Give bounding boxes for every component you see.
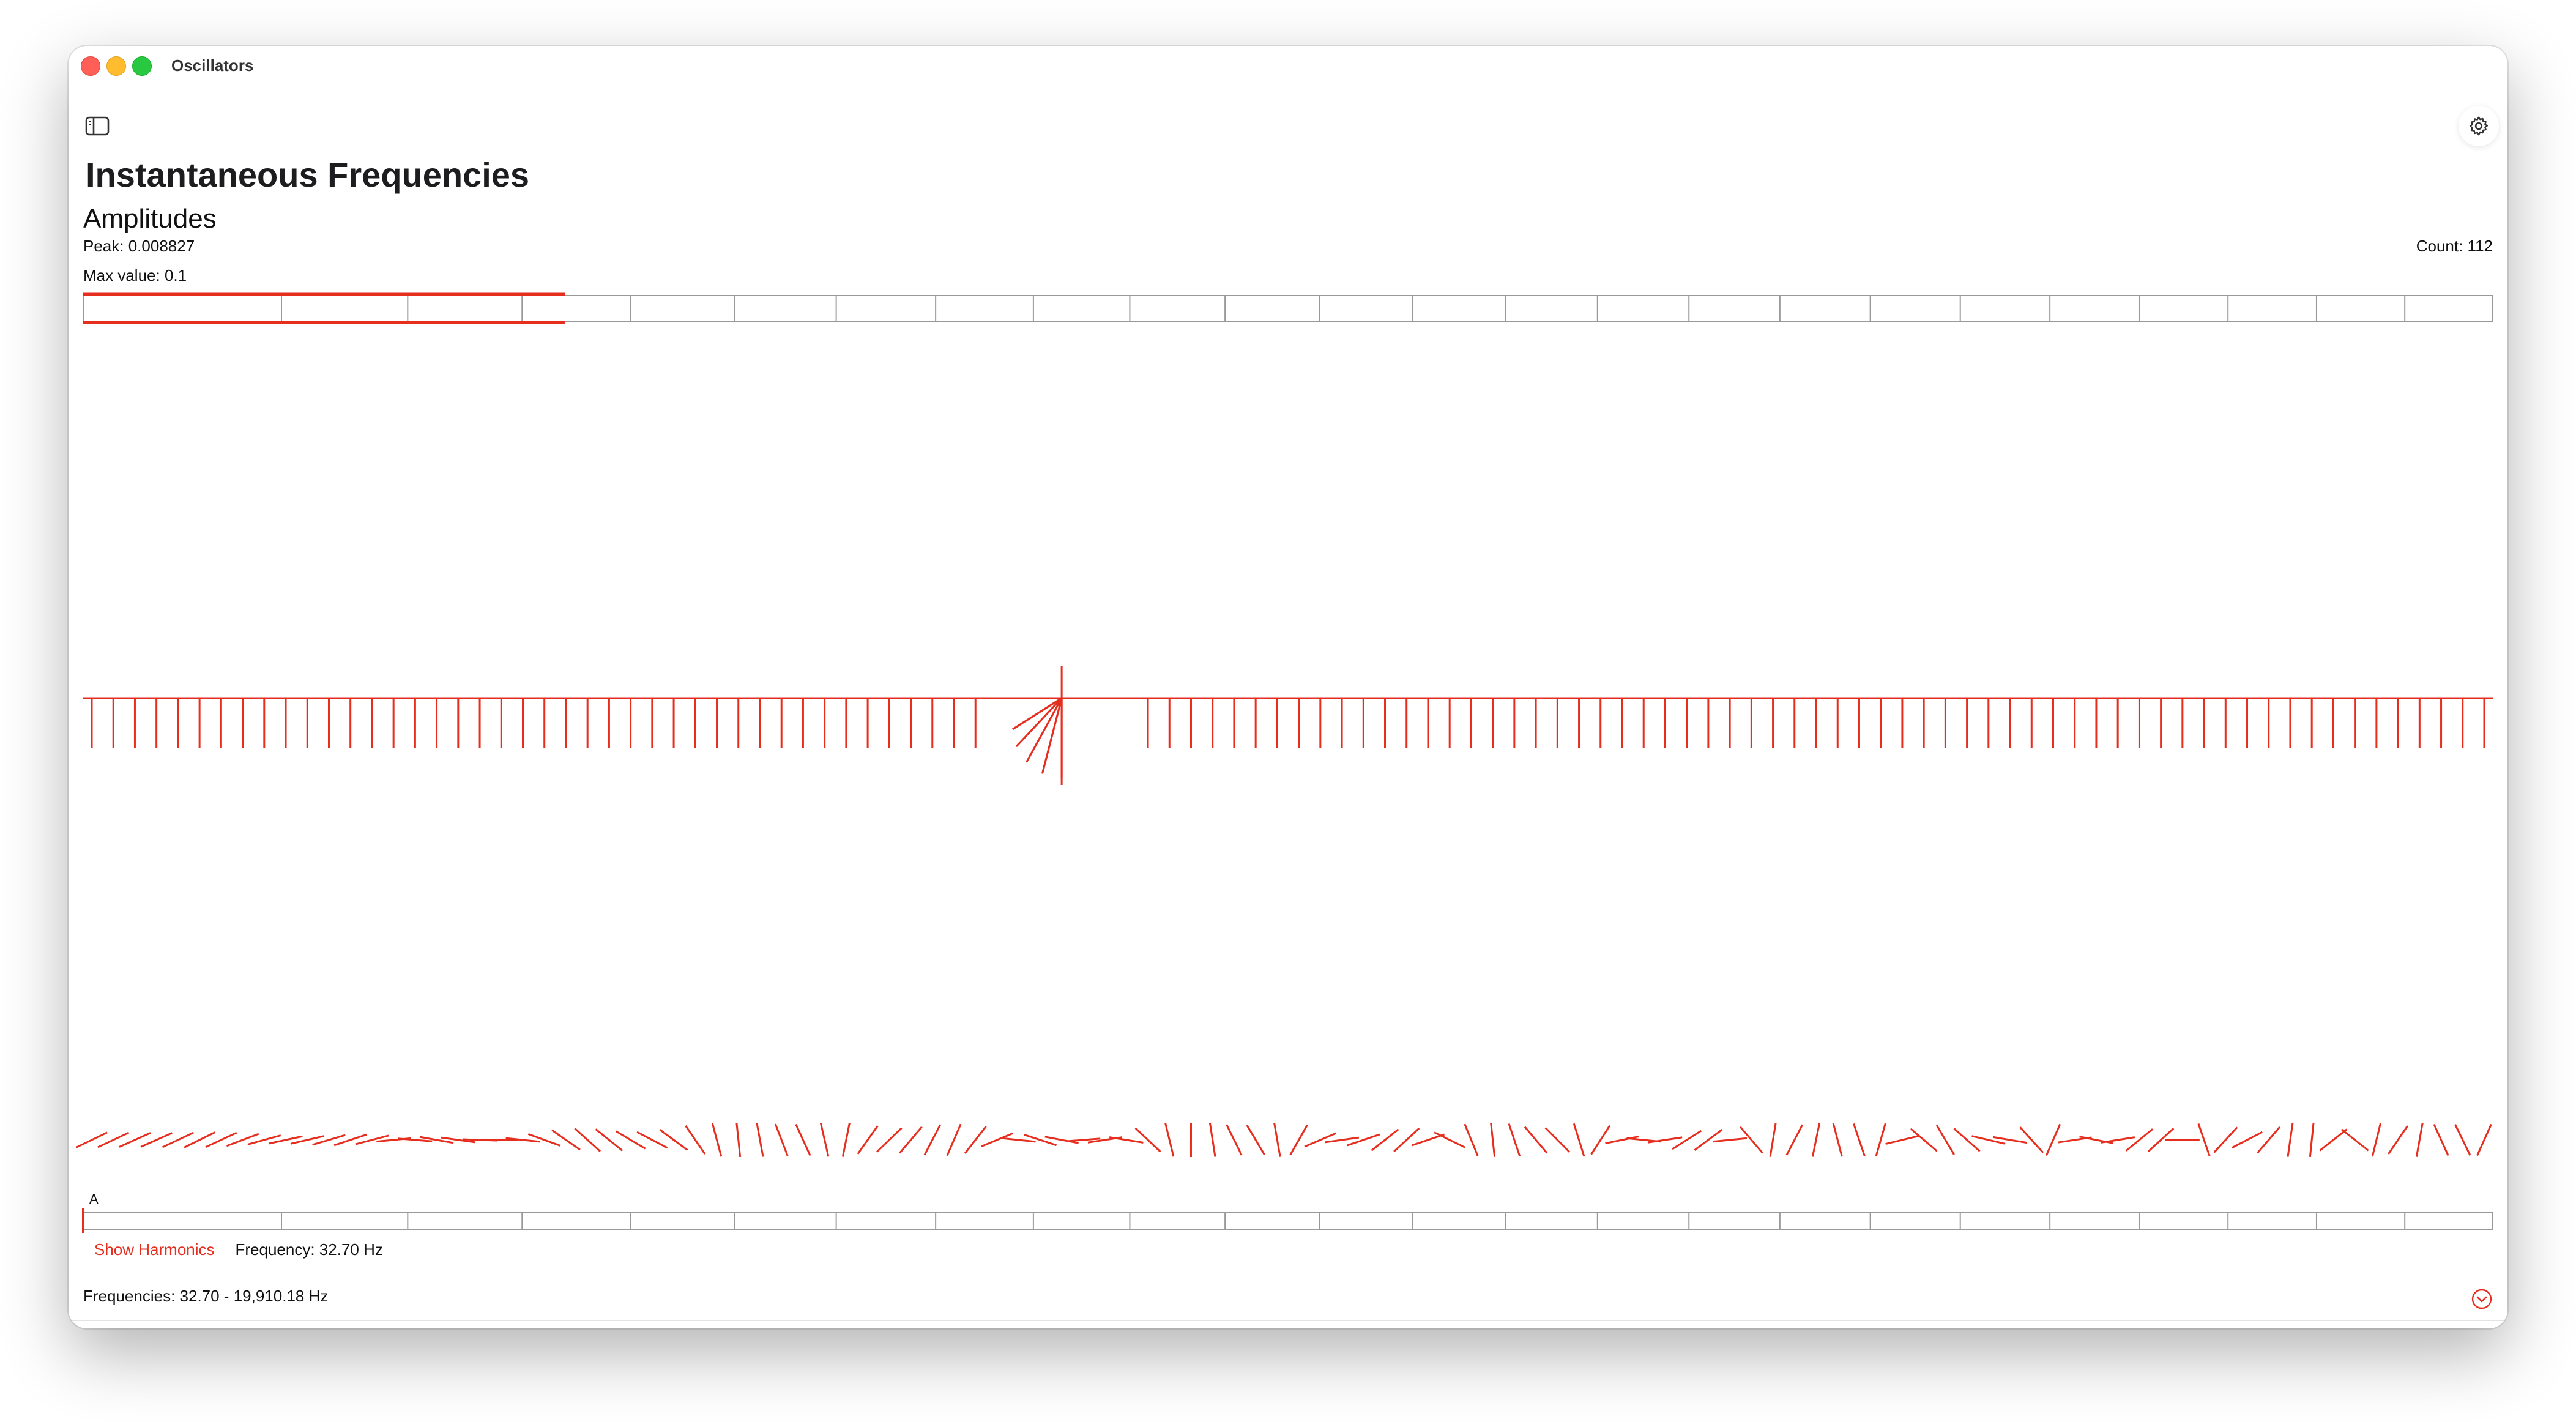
- phase-glyph: [1785, 1124, 1804, 1156]
- phase-glyph: [551, 1129, 581, 1151]
- phase-glyph: [964, 1126, 987, 1154]
- amplitude-bar: [83, 292, 2493, 324]
- amplitude-bar-frame: [83, 295, 2493, 322]
- phase-glyph: [1347, 1133, 1380, 1147]
- phase-glyph: [2257, 1126, 2281, 1154]
- phase-glyph: [1573, 1123, 1585, 1157]
- phase-glyph: [1910, 1128, 1938, 1152]
- phase-glyphs[interactable]: [76, 1122, 2492, 1158]
- frequency-slider[interactable]: [82, 1208, 2493, 1233]
- phase-glyph: [1971, 1135, 2006, 1145]
- phase-glyph: [1023, 1133, 1057, 1147]
- phase-glyph: [1885, 1135, 1919, 1145]
- phase-glyph: [735, 1122, 742, 1158]
- phase-glyph: [1273, 1123, 1281, 1157]
- phase-glyph: [1769, 1123, 1777, 1157]
- phase-glyph: [1164, 1123, 1175, 1157]
- phase-glyph: [795, 1123, 811, 1156]
- phase-glyph: [1524, 1126, 1548, 1154]
- phase-glyph: [1109, 1136, 1144, 1144]
- phase-glyph: [2231, 1131, 2263, 1149]
- phase-glyph: [2309, 1122, 2315, 1158]
- phase-glyph: [1226, 1124, 1243, 1156]
- phase-glyph: [1246, 1125, 1265, 1155]
- phase-glyph: [685, 1125, 706, 1155]
- phase-glyph: [1672, 1130, 1702, 1150]
- phase-glyph: [1713, 1137, 1748, 1143]
- app-window: Oscillators Instantaneous Frequencies Am…: [69, 46, 2507, 1328]
- phase-glyph: [1304, 1132, 1337, 1148]
- phase-glyph: [1289, 1124, 1308, 1156]
- phase-glyph: [774, 1123, 789, 1156]
- phase-glyph: [1590, 1125, 1611, 1155]
- phase-glyph: [756, 1123, 764, 1157]
- phase-glyph: [1490, 1123, 1496, 1157]
- phase-glyph: [1393, 1127, 1420, 1153]
- phase-glyph: [1325, 1136, 1359, 1144]
- phase-glyph: [1434, 1131, 1465, 1148]
- phase-glyph: [1508, 1123, 1521, 1157]
- phase-glyph: [2388, 1125, 2409, 1155]
- phase-glyph: [2340, 1128, 2369, 1152]
- phase-glyph: [1811, 1123, 1821, 1157]
- frequency-label: Frequency: 32.70 Hz: [235, 1240, 383, 1259]
- divider: [69, 1320, 2507, 1321]
- frequency-stems: [83, 697, 2493, 748]
- slider-track: [83, 1212, 2493, 1230]
- phase-glyph: [2454, 1124, 2471, 1156]
- phase-glyph: [1935, 1125, 1955, 1155]
- phase-glyph: [857, 1125, 879, 1155]
- phase-glyph: [1208, 1123, 1216, 1157]
- frequency-plot: A: [76, 292, 2493, 1233]
- phase-glyph: [1832, 1123, 1843, 1157]
- phase-glyph: [2433, 1123, 2449, 1156]
- harmonics-row: Show Harmonics Frequency: 32.70 Hz: [94, 1240, 383, 1259]
- phase-glyph: [2319, 1128, 2348, 1152]
- phase-glyph: [841, 1123, 851, 1157]
- phase-glyph: [923, 1124, 941, 1156]
- phase-glyph: [1875, 1123, 1886, 1157]
- phase-glyph: [1371, 1128, 1399, 1152]
- phase-glyph: [1464, 1123, 1479, 1156]
- phase-glyph: [1853, 1123, 1866, 1157]
- phase-glyph: [2125, 1128, 2154, 1152]
- phase-glyph: [1648, 1136, 1683, 1144]
- phase-glyph: [2213, 1126, 2238, 1153]
- phase-glyph: [981, 1132, 1013, 1148]
- phase-glyph: [1001, 1137, 1036, 1143]
- phase-glyph: [527, 1133, 561, 1147]
- phase-glyph: [1953, 1128, 1981, 1152]
- frequencies-range: Frequencies: 32.70 - 19,910.18 Hz: [83, 1287, 329, 1305]
- phase-glyph: [819, 1123, 830, 1157]
- phase-glyph: [1605, 1135, 1639, 1145]
- show-harmonics-button[interactable]: Show Harmonics: [94, 1240, 215, 1259]
- phase-glyph: [1740, 1126, 1763, 1154]
- pointer-label: A: [89, 1191, 99, 1207]
- phase-glyph: [711, 1123, 723, 1157]
- phase-glyph: [2476, 1123, 2492, 1156]
- phase-glyph: [2371, 1123, 2381, 1157]
- phase-glyph: [2045, 1123, 2061, 1156]
- phase-glyph: [2197, 1123, 2211, 1156]
- phase-glyph: [1134, 1127, 1161, 1153]
- phase-glyph: [1544, 1127, 1571, 1153]
- phase-glyph: [899, 1126, 923, 1154]
- collapse-button[interactable]: [2471, 1288, 2493, 1310]
- chevron-down-circle-icon: [2471, 1289, 2492, 1309]
- phase-glyph: [1411, 1133, 1445, 1147]
- phase-glyph: [2415, 1123, 2424, 1157]
- fundamental-fan: [1012, 666, 1063, 785]
- phase-glyph: [2287, 1123, 2294, 1157]
- phase-glyph: [2019, 1126, 2044, 1153]
- phase-glyph: [946, 1123, 962, 1156]
- phase-glyph: [876, 1127, 903, 1153]
- phase-glyph: [2101, 1136, 2135, 1144]
